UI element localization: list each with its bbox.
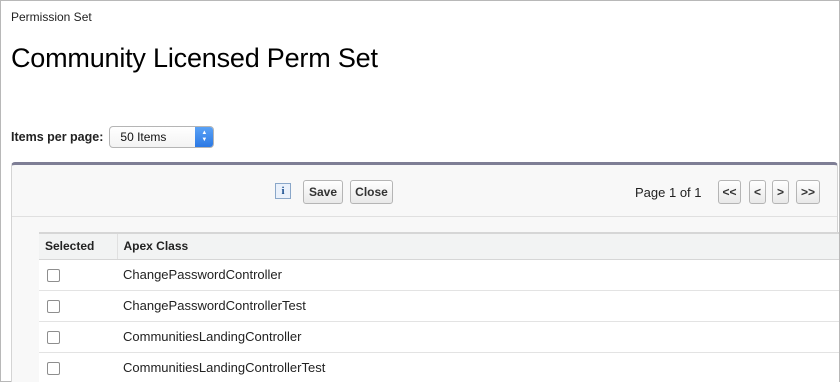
table-header-row: Selected Apex Class [39,234,839,260]
save-button[interactable]: Save [303,180,343,204]
items-per-page-control: Items per page: 50 Items ▲ ▼ [11,126,215,148]
breadcrumb: Permission Set [11,10,92,24]
apex-class-name: CommunitiesLandingControllerTest [117,352,839,382]
next-page-button[interactable]: > [772,180,789,204]
close-button[interactable]: Close [350,180,393,204]
row-select-cell [39,259,117,291]
apex-class-name: CommunitiesLandingController [117,321,839,353]
items-per-page-label: Items per page: [11,130,104,144]
related-list-panel: i Save Close Page 1 of 1 << < > >> Selec… [11,162,839,382]
apex-class-name: ChangePasswordControllerTest [117,290,839,322]
row-checkbox[interactable] [47,362,60,376]
apex-class-name: ChangePasswordController [117,259,839,291]
row-select-cell [39,352,117,382]
row-select-cell [39,321,117,353]
page-title: Community Licensed Perm Set [11,43,378,73]
prev-page-button[interactable]: < [749,180,766,204]
items-per-page-value: 50 Items [120,130,167,144]
column-header-selected: Selected [39,234,118,260]
row-checkbox[interactable] [47,300,60,314]
first-page-button[interactable]: << [718,180,741,204]
chevron-updown-icon: ▲ ▼ [195,127,214,147]
table-row: CommunitiesLandingController [39,321,839,353]
items-per-page-select[interactable]: 50 Items ▲ ▼ [109,126,215,148]
toolbar: i Save Close Page 1 of 1 << < > >> [12,165,837,217]
info-icon[interactable]: i [275,183,291,199]
apex-class-table: Selected Apex Class ChangePasswordContro… [39,232,839,382]
table-row: CommunitiesLandingControllerTest [39,352,839,382]
page-info: Page 1 of 1 [635,185,702,200]
row-checkbox[interactable] [47,331,60,345]
row-checkbox[interactable] [47,269,60,283]
table-row: ChangePasswordController [39,259,839,291]
last-page-button[interactable]: >> [796,180,820,204]
row-select-cell [39,290,117,322]
column-header-apex-class: Apex Class [117,234,839,260]
table-row: ChangePasswordControllerTest [39,290,839,322]
